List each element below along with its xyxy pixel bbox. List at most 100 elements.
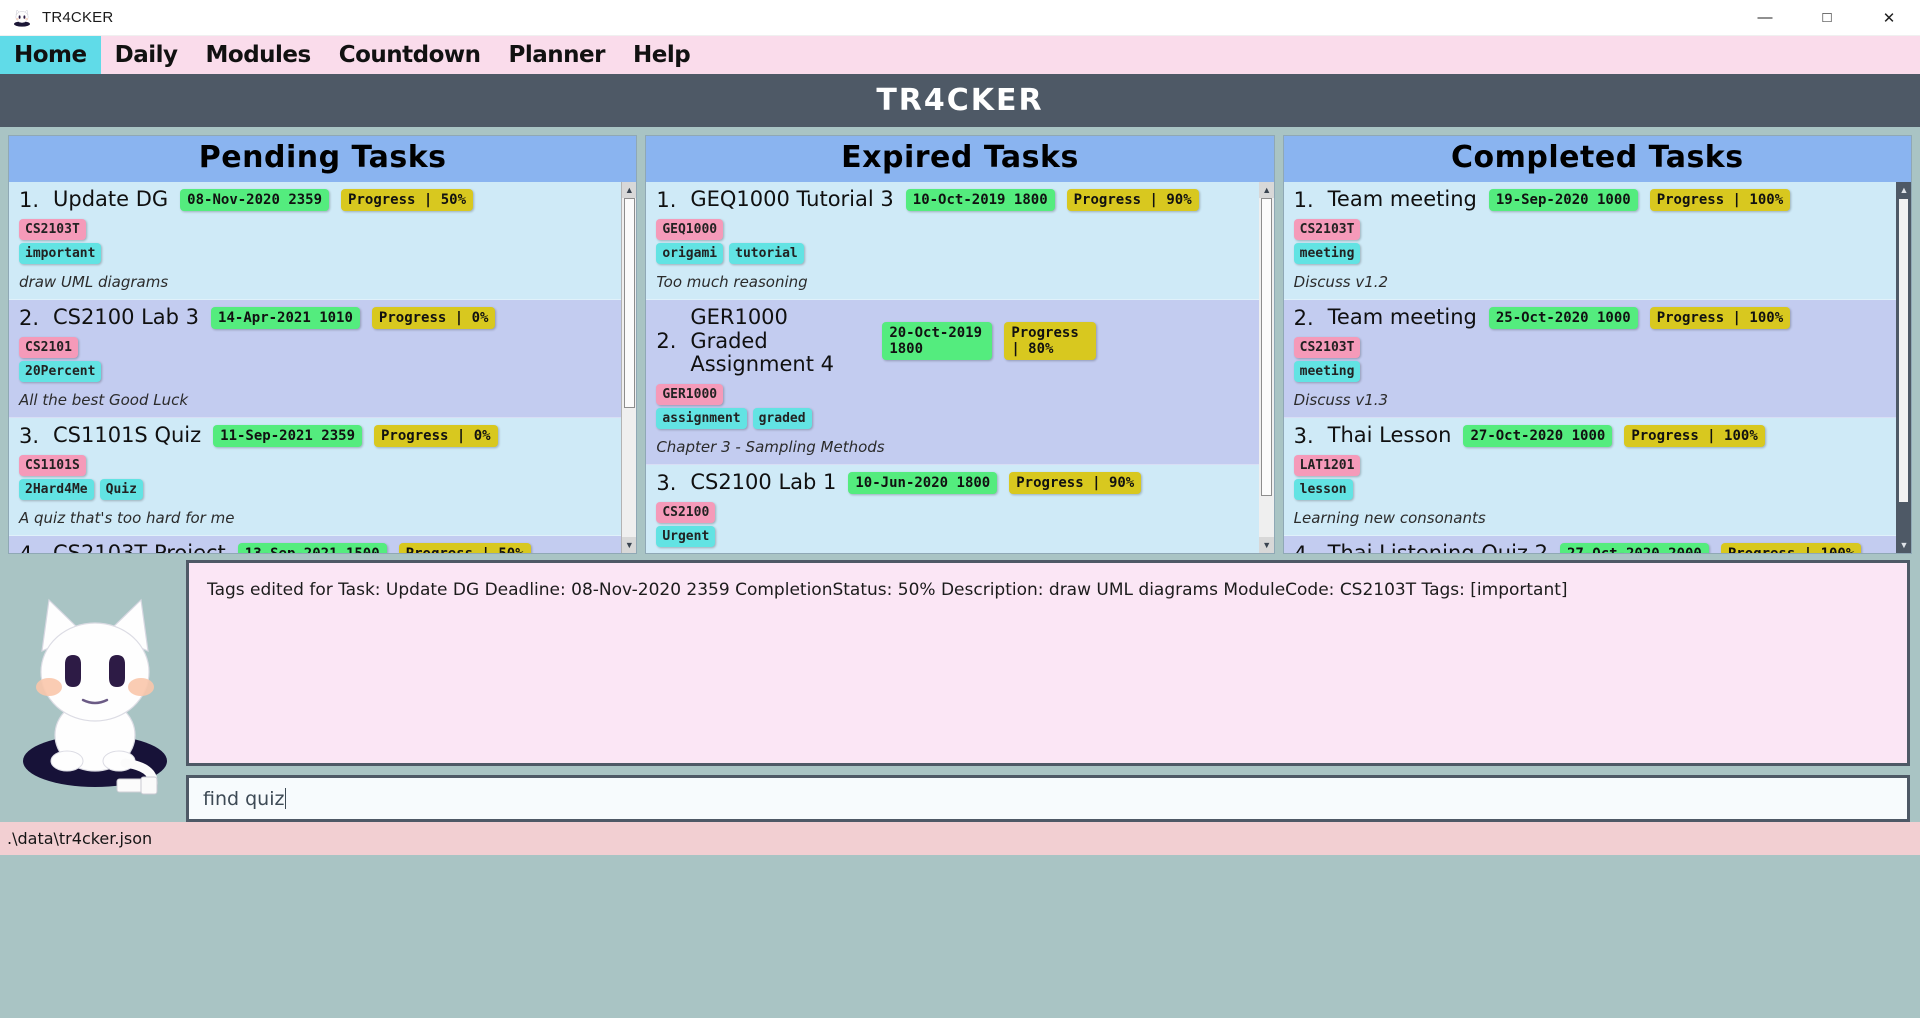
label-tag[interactable]: meeting xyxy=(1293,243,1361,264)
module-tag[interactable]: CS2103T xyxy=(1293,337,1361,358)
task-index: 3. xyxy=(19,424,40,448)
menu-item-help[interactable]: Help xyxy=(619,36,704,74)
task-header: 1. Update DG 08-Nov-2020 2359 Progress | 50… xyxy=(19,188,626,212)
task-progress-chip: Progress | 100% xyxy=(1720,543,1862,553)
task-progress-chip: Progress | 100% xyxy=(1649,189,1791,211)
column-body-expired: 1. GEQ1000 Tutorial 3 10-Oct-2019 1800 Prog… xyxy=(646,182,1274,553)
command-input-box[interactable]: find quiz xyxy=(186,775,1910,822)
task-row[interactable]: 1. Update DG 08-Nov-2020 2359 Progress | 50… xyxy=(9,182,637,300)
module-tag[interactable]: CS2100 xyxy=(656,501,716,523)
task-deadline-chip: 14-Apr-2021 1010 xyxy=(211,307,360,329)
module-tag[interactable]: GER1000 xyxy=(656,383,724,405)
status-bar: .\data\tr4cker.json xyxy=(0,822,1920,855)
result-text: Tags edited for Task: Update DG Deadline… xyxy=(207,580,1568,600)
mascot-pane xyxy=(4,560,186,822)
close-button[interactable]: ✕ xyxy=(1858,0,1920,36)
label-tag[interactable]: assignment xyxy=(656,407,747,429)
task-header: 3. Thai Lesson 27-Oct-2020 1000 Progress | … xyxy=(1294,424,1901,448)
label-tag[interactable]: tutorial xyxy=(729,243,804,264)
scroll-down-arrow-icon[interactable]: ▼ xyxy=(1896,537,1911,553)
label-tag-row: important xyxy=(19,243,626,264)
scrollbar-thumb[interactable] xyxy=(1898,198,1910,504)
task-description: Discuss v1.2 xyxy=(1293,273,1389,291)
task-index: 2. xyxy=(19,306,40,330)
scrollbar-track[interactable] xyxy=(1259,198,1274,537)
task-index: 1. xyxy=(656,188,677,212)
scroll-down-arrow-icon[interactable]: ▼ xyxy=(621,537,637,553)
module-tag[interactable]: CS2103T xyxy=(19,219,86,240)
task-row[interactable]: 4. CS2103T Project 13-Sep-2021 1500 Progres… xyxy=(9,536,637,553)
label-tag[interactable]: graded xyxy=(752,407,812,429)
module-tag-row: CS2103T xyxy=(19,219,626,240)
menu-item-modules[interactable]: Modules xyxy=(192,36,325,74)
task-name: CS2100 Lab 3 xyxy=(53,305,200,330)
task-row[interactable]: 2. Team meeting 25-Oct-2020 1000 Progress |… xyxy=(1283,300,1911,418)
minimize-button[interactable]: — xyxy=(1734,0,1796,36)
menu-item-daily[interactable]: Daily xyxy=(101,36,192,74)
task-progress-chip: Progress | 90% xyxy=(1009,471,1142,494)
task-name: CS2103T Project xyxy=(53,542,226,553)
task-progress-chip: Progress | 0% xyxy=(371,307,496,329)
scroll-up-arrow-icon[interactable]: ▲ xyxy=(621,182,637,198)
task-index: 1. xyxy=(1293,188,1314,212)
label-tag[interactable]: Urgent xyxy=(656,525,716,547)
task-row[interactable]: 3. Thai Lesson 27-Oct-2020 1000 Progress | … xyxy=(1283,418,1911,536)
scrollbar-expired[interactable]: ▲ ▼ xyxy=(1258,182,1274,553)
task-row[interactable]: 1. GEQ1000 Tutorial 3 10-Oct-2019 1800 Prog… xyxy=(646,182,1274,300)
text-caret xyxy=(285,788,287,809)
task-progress-chip: Progress | 100% xyxy=(1624,425,1765,447)
module-tag[interactable]: LAT1201 xyxy=(1293,455,1361,476)
scroll-down-arrow-icon[interactable]: ▼ xyxy=(1259,537,1274,553)
task-row[interactable]: 1. Team meeting 19-Sep-2020 1000 Progress |… xyxy=(1283,182,1911,300)
label-tag[interactable]: 20Percent xyxy=(19,361,102,382)
scrollbar-thumb[interactable] xyxy=(623,198,635,409)
task-progress-chip: Progress | 50% xyxy=(398,543,531,553)
menu-item-countdown[interactable]: Countdown xyxy=(325,36,495,74)
task-row[interactable]: 2. GER1000 Graded Assignment 4 20-Oct-2019… xyxy=(646,300,1274,465)
bottom-area: Tags edited for Task: Update DG Deadline… xyxy=(0,554,1920,822)
task-name: Thai Lesson xyxy=(1327,423,1452,448)
app-banner: TR4CKER xyxy=(0,74,1920,127)
scroll-up-arrow-icon[interactable]: ▲ xyxy=(1896,182,1911,198)
scrollbar-track[interactable] xyxy=(621,198,637,537)
task-row[interactable]: 3. CS1101S Quiz 11-Sep-2021 2359 Progress |… xyxy=(9,418,637,536)
label-tag[interactable]: meeting xyxy=(1293,361,1361,382)
menu-bar: Home Daily Modules Countdown Planner Help xyxy=(0,36,1920,74)
label-tag[interactable]: 2Hard4Me xyxy=(19,479,94,500)
task-deadline-chip: 27-Oct-2020 2000 xyxy=(1560,543,1709,553)
menu-item-planner[interactable]: Planner xyxy=(495,36,619,74)
task-index: 2. xyxy=(1293,306,1314,330)
module-tag[interactable]: CS2101 xyxy=(19,337,78,358)
label-tag-row: meeting xyxy=(1293,361,1901,382)
label-tag-row: lesson xyxy=(1293,479,1901,500)
task-row[interactable]: 3. CS2100 Lab 1 10-Jun-2020 1800 Progress |… xyxy=(646,464,1274,553)
module-tag[interactable]: GEQ1000 xyxy=(656,219,724,240)
task-progress-chip: Progress | 80% xyxy=(1004,322,1097,361)
module-tag[interactable]: CS1101S xyxy=(19,455,86,476)
column-header-expired: Expired Tasks xyxy=(646,136,1274,182)
task-deadline-chip: 08-Nov-2020 2359 xyxy=(180,189,330,211)
module-tag[interactable]: CS2103T xyxy=(1293,219,1361,240)
scrollbar-completed[interactable]: ▲ ▼ xyxy=(1895,182,1911,553)
bottom-right-pane: Tags edited for Task: Update DG Deadline… xyxy=(186,560,1916,822)
scroll-up-arrow-icon[interactable]: ▲ xyxy=(1259,182,1274,198)
scrollbar-pending[interactable]: ▲ ▼ xyxy=(621,182,637,553)
task-header: 2. Team meeting 25-Oct-2020 1000 Progress |… xyxy=(1294,306,1901,330)
label-tag[interactable]: lesson xyxy=(1293,479,1353,500)
task-row[interactable]: 4. Thai Listening Quiz 2 27-Oct-2020 2000 P… xyxy=(1283,536,1911,553)
menu-item-home[interactable]: Home xyxy=(0,36,101,74)
result-display-box: Tags edited for Task: Update DG Deadline… xyxy=(186,560,1910,766)
task-index: 2. xyxy=(656,329,677,354)
scrollbar-track[interactable] xyxy=(1896,198,1911,537)
maximize-button[interactable]: □ xyxy=(1796,0,1858,36)
task-description: Chapter 3 - Sampling Methods xyxy=(656,437,885,456)
command-input-value[interactable]: find quiz xyxy=(203,788,284,810)
task-list-expired: 1. GEQ1000 Tutorial 3 10-Oct-2019 1800 Prog… xyxy=(646,182,1274,553)
module-tag-row: GEQ1000 xyxy=(656,219,1263,240)
column-body-completed: 1. Team meeting 19-Sep-2020 1000 Progress |… xyxy=(1283,182,1911,553)
label-tag[interactable]: origami xyxy=(656,243,724,264)
task-row[interactable]: 2. CS2100 Lab 3 14-Apr-2021 1010 Progress |… xyxy=(9,300,637,418)
scrollbar-thumb[interactable] xyxy=(1261,198,1273,497)
label-tag[interactable]: Quiz xyxy=(99,479,143,500)
label-tag[interactable]: important xyxy=(19,243,102,264)
